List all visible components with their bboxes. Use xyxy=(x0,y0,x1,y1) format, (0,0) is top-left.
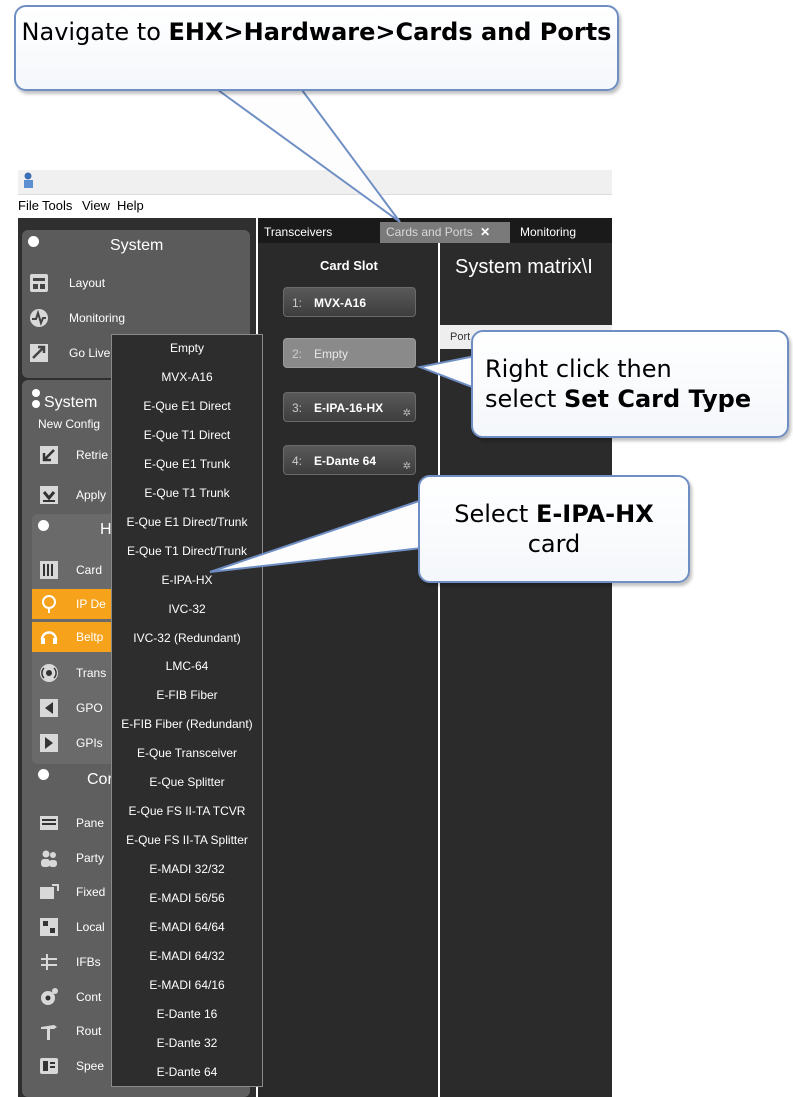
right-click-callout: Right click then select Set Card Type xyxy=(471,330,789,438)
select-card-callout-pointer xyxy=(209,498,423,573)
navigate-callout: Navigate to EHX>Hardware>Cards and Ports xyxy=(14,5,619,91)
select-card-callout: Select E-IPA-HX card xyxy=(418,475,690,583)
navigate-callout-pointer xyxy=(214,89,401,223)
